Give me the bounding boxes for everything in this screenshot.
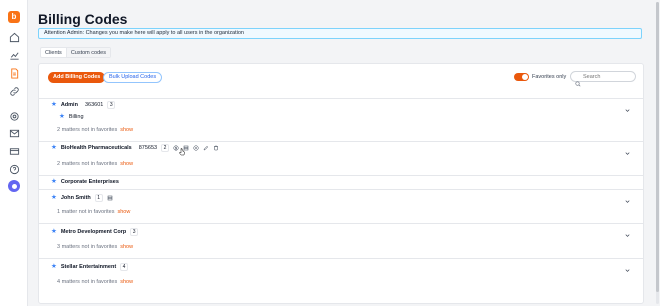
chevron-down-icon[interactable] — [624, 261, 631, 272]
show-link[interactable]: show — [117, 209, 130, 215]
chevron-down-icon[interactable] — [624, 144, 631, 155]
chart-icon[interactable] — [8, 49, 20, 61]
star-icon[interactable]: ★ — [51, 178, 57, 186]
star-icon[interactable]: ★ — [59, 113, 65, 121]
dollar-icon[interactable] — [173, 145, 179, 151]
client-name[interactable]: BioHealth Pharmaceuticals — [61, 145, 132, 151]
client-code: 875653 — [138, 145, 158, 151]
star-icon[interactable]: ★ — [51, 144, 57, 152]
app: b Billing Codes Attention Admin: Changes… — [0, 0, 660, 306]
star-icon[interactable]: ★ — [51, 263, 57, 271]
search-input[interactable] — [583, 73, 633, 81]
trash-icon[interactable] — [213, 145, 219, 151]
star-icon[interactable]: ★ — [51, 101, 57, 109]
app-logo[interactable]: b — [8, 11, 20, 23]
not-in-favorites-note: 4 matters not in favorites show — [57, 279, 133, 285]
search-icon — [575, 74, 581, 87]
client-row-john-smith: ★ John Smith 1 1 matter not in favorites… — [39, 189, 643, 223]
client-code: 363601 — [84, 102, 104, 108]
bulk-upload-codes-button[interactable]: Bulk Upload Codes — [103, 72, 163, 83]
favorites-toggle[interactable] — [514, 73, 529, 81]
client-header: ★ BioHealth Pharmaceuticals 875653 2 — [51, 143, 219, 153]
client-header: ★ Admin 363601 3 — [51, 100, 116, 110]
scrollbar[interactable] — [656, 2, 659, 304]
show-link[interactable]: show — [120, 161, 133, 167]
note-text: 1 matter not in favorites — [57, 209, 115, 215]
client-name[interactable]: Corporate Enterprises — [61, 179, 119, 185]
main-content: Billing Codes Attention Admin: Changes y… — [28, 0, 652, 306]
matter-item: ★ Billing — [59, 113, 84, 121]
mail-icon[interactable] — [8, 127, 20, 139]
client-row-stellar: ★ Stellar Entertainment 4 4 matters not … — [39, 258, 643, 294]
not-in-favorites-note: 2 matters not in favorites show — [57, 127, 133, 133]
admin-alert: Attention Admin: Changes you make here w… — [38, 28, 642, 39]
client-row-admin: ★ Admin 363601 3 ★ Billing 2 matters not… — [39, 98, 643, 141]
count-badge: 3 — [107, 101, 116, 109]
count-badge: 4 — [120, 263, 128, 271]
client-name[interactable]: John Smith — [61, 195, 91, 201]
edit-icon[interactable] — [203, 145, 209, 151]
gear-icon[interactable] — [8, 110, 20, 122]
document-icon[interactable] — [8, 67, 20, 79]
not-in-favorites-note: 2 matters not in favorites show — [57, 161, 133, 167]
tab-custom-codes[interactable]: Custom codes — [65, 48, 110, 57]
chevron-down-icon[interactable] — [624, 226, 631, 237]
client-header: ★ Metro Development Corp 3 — [51, 227, 139, 237]
page-title: Billing Codes — [38, 11, 128, 27]
tab-bar: Clients Custom codes — [40, 47, 111, 58]
count-badge: 1 — [94, 194, 103, 202]
count-badge: 2 — [161, 144, 169, 152]
client-name[interactable]: Stellar Entertainment — [61, 264, 116, 270]
add-billing-codes-button[interactable]: Add Billing Codes — [48, 72, 106, 83]
add-icon[interactable] — [193, 145, 199, 151]
star-icon[interactable]: ★ — [51, 228, 57, 236]
client-row-corporate: ★ Corporate Enterprises — [39, 175, 643, 189]
avatar[interactable] — [8, 180, 20, 192]
favorites-label: Favorites only — [532, 74, 567, 80]
client-header: ★ Corporate Enterprises — [51, 177, 119, 187]
chevron-down-icon[interactable] — [624, 101, 631, 112]
help-icon[interactable] — [8, 163, 20, 175]
card-icon[interactable] — [8, 145, 20, 157]
star-icon[interactable]: ★ — [51, 194, 57, 202]
client-name[interactable]: Metro Development Corp — [61, 229, 126, 235]
client-header: ★ Stellar Entertainment 4 — [51, 262, 128, 272]
table-icon[interactable] — [107, 195, 113, 201]
pointer-cursor-icon — [179, 148, 185, 156]
note-text: 2 matters not in favorites — [57, 161, 118, 167]
not-in-favorites-note: 1 matter not in favorites show — [57, 209, 130, 215]
client-name[interactable]: Admin — [61, 102, 78, 108]
note-text: 2 matters not in favorites — [57, 127, 118, 133]
sidebar: b — [0, 0, 28, 306]
client-row-metro: ★ Metro Development Corp 3 3 matters not… — [39, 223, 643, 258]
tab-clients[interactable]: Clients — [41, 48, 66, 57]
chevron-down-icon[interactable] — [624, 192, 631, 203]
show-link[interactable]: show — [120, 244, 133, 250]
home-icon[interactable] — [8, 31, 20, 43]
matter-name: Billing — [68, 114, 84, 120]
billing-panel: Add Billing Codes Bulk Upload Codes Favo… — [38, 63, 644, 304]
note-text: 3 matters not in favorites — [57, 244, 118, 250]
not-in-favorites-note: 3 matters not in favorites show — [57, 244, 133, 250]
show-link[interactable]: show — [120, 279, 133, 285]
note-text: 4 matters not in favorites — [57, 279, 118, 285]
count-badge: 3 — [130, 228, 139, 236]
search-box[interactable] — [570, 71, 636, 87]
client-header: ★ John Smith 1 — [51, 193, 113, 203]
scrollbar-thumb[interactable] — [656, 2, 659, 292]
client-row-biohealth: ★ BioHealth Pharmaceuticals 875653 2 2 m… — [39, 141, 643, 175]
show-link[interactable]: show — [120, 127, 133, 133]
link-icon[interactable] — [8, 85, 20, 97]
